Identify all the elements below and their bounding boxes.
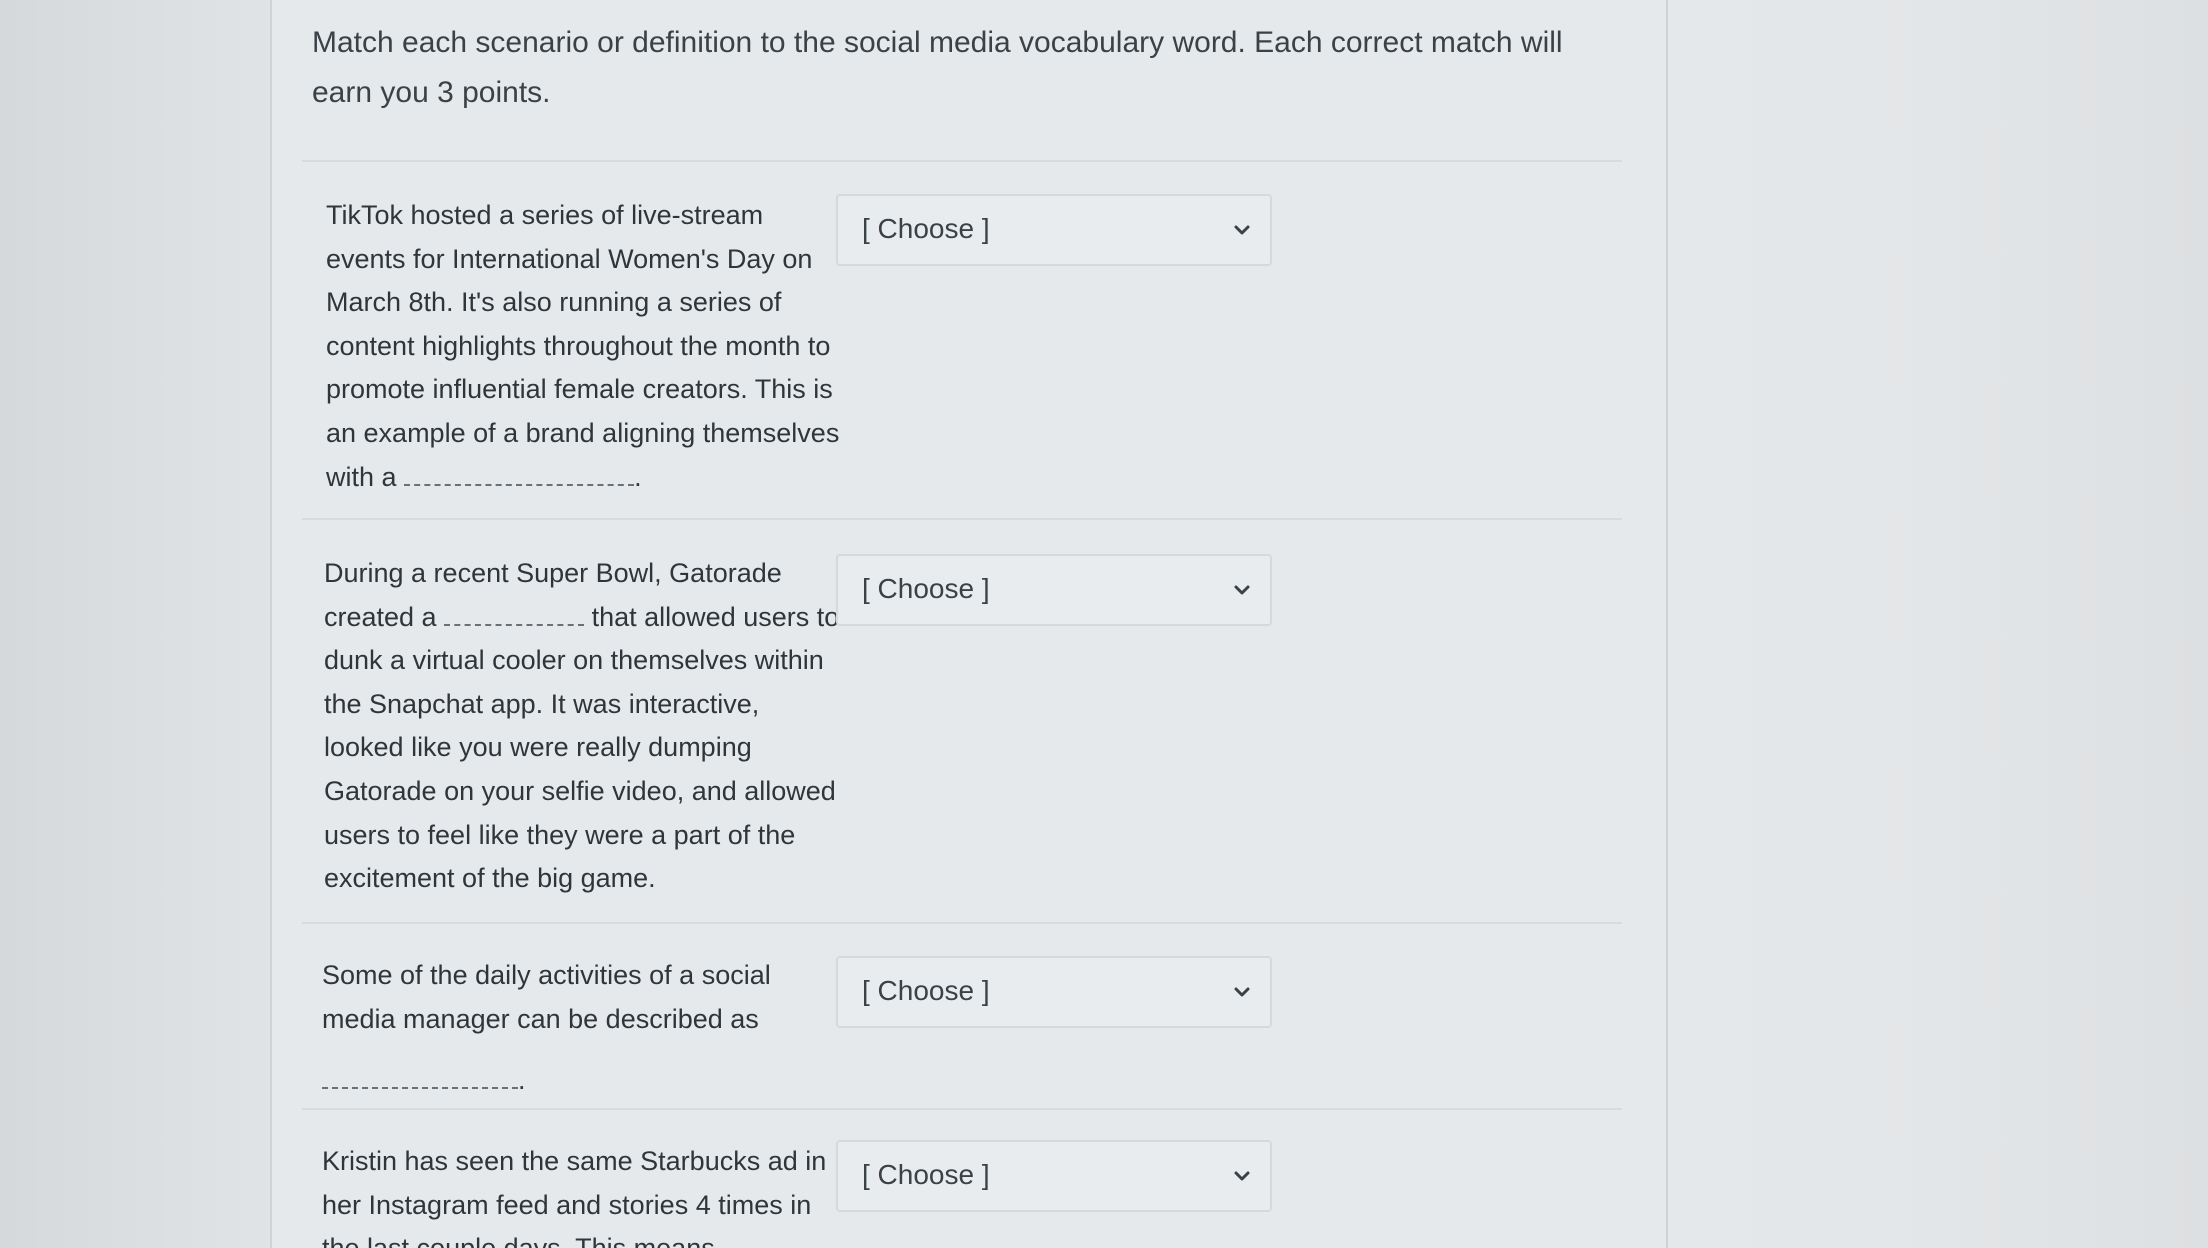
question-prompt: TikTok hosted a series of live-stream ev… — [326, 200, 840, 492]
question-prompt: Kristin has seen the same Starbucks ad i… — [322, 1146, 827, 1248]
chevron-down-icon — [1234, 987, 1250, 997]
answer-dropdown-4[interactable]: [ Choose ] — [836, 1140, 1272, 1212]
question-text: Kristin has seen the same Starbucks ad i… — [322, 1140, 842, 1248]
question-text: During a recent Super Bowl, Gatorade cre… — [324, 552, 844, 901]
question-text: Some of the daily activities of a social… — [322, 954, 842, 1103]
instructions-text: Match each scenario or definition to the… — [312, 26, 1563, 109]
question-suffix: that allowed users to dunk a virtual coo… — [324, 601, 840, 894]
page: Match each scenario or definition to the… — [0, 0, 2208, 1248]
question-suffix: . — [634, 461, 642, 492]
matching-question-3: Some of the daily activities of a social… — [302, 922, 1622, 1110]
matching-question-1: TikTok hosted a series of live-stream ev… — [302, 160, 1622, 520]
question-suffix: . — [518, 1065, 526, 1096]
dropdown-selected-value: [ Choose ] — [862, 1159, 990, 1190]
question-prompt: Some of the daily activities of a social… — [322, 960, 771, 1034]
answer-blank — [404, 464, 635, 486]
answer-dropdown-2[interactable]: [ Choose ] — [836, 554, 1272, 626]
chevron-down-icon — [1234, 585, 1250, 595]
quiz-content: Match each scenario or definition to the… — [270, 0, 1668, 1248]
matching-question-2: During a recent Super Bowl, Gatorade cre… — [302, 518, 1622, 924]
matching-question-4: Kristin has seen the same Starbucks ad i… — [302, 1108, 1622, 1248]
chevron-down-icon — [1234, 1171, 1250, 1181]
answer-dropdown-3[interactable]: [ Choose ] — [836, 956, 1272, 1028]
answer-blank — [322, 1067, 518, 1090]
dropdown-selected-value: [ Choose ] — [862, 975, 990, 1006]
dropdown-selected-value: [ Choose ] — [862, 573, 990, 604]
dropdown-selected-value: [ Choose ] — [862, 213, 990, 244]
answer-dropdown-1[interactable]: [ Choose ] — [836, 194, 1272, 266]
answer-blank — [444, 604, 585, 626]
question-text: TikTok hosted a series of live-stream ev… — [326, 194, 846, 499]
chevron-down-icon — [1234, 225, 1250, 235]
